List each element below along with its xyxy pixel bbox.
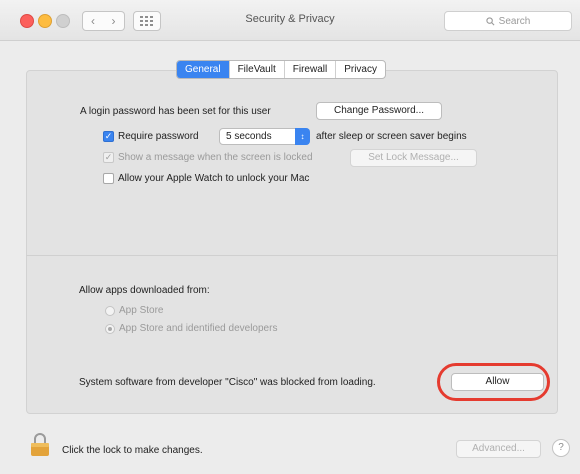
forward-button[interactable]: › [103, 11, 125, 31]
after-sleep-text: after sleep or screen saver begins [316, 131, 467, 142]
search-field[interactable]: Search [444, 11, 572, 31]
close-button[interactable] [20, 14, 34, 28]
divider [26, 255, 558, 256]
apple-watch-checkbox[interactable] [103, 173, 114, 184]
require-password-label: Require password [118, 131, 199, 142]
radio-identified-developers[interactable] [105, 324, 115, 334]
search-placeholder: Search [498, 15, 531, 27]
tab-privacy[interactable]: Privacy [335, 61, 385, 78]
tab-firewall[interactable]: Firewall [283, 61, 335, 78]
login-password-text: A login password has been set for this u… [80, 106, 271, 117]
chevron-left-icon: ‹ [91, 14, 95, 28]
tab-filevault[interactable]: FileVault [228, 61, 284, 78]
zoom-button[interactable] [56, 14, 70, 28]
require-password-delay-select[interactable]: 5 seconds ↕ [219, 128, 310, 145]
blocked-software-message: System software from developer "Cisco" w… [79, 377, 376, 388]
delay-value: 5 seconds [226, 131, 272, 142]
back-button[interactable]: ‹ [82, 11, 104, 31]
radio-app-store-label: App Store [119, 305, 164, 316]
tab-bar: General FileVault Firewall Privacy [176, 60, 386, 79]
change-password-button[interactable]: Change Password... [316, 102, 442, 120]
downloads-heading: Allow apps downloaded from: [79, 285, 210, 296]
minimize-button[interactable] [38, 14, 52, 28]
radio-app-store[interactable] [105, 306, 115, 316]
lock-hint-text: Click the lock to make changes. [62, 445, 203, 456]
lock-button[interactable] [30, 432, 50, 460]
lock-icon [31, 433, 49, 456]
radio-identified-developers-label: App Store and identified developers [119, 323, 278, 334]
help-button[interactable]: ? [552, 439, 570, 457]
apple-watch-label: Allow your Apple Watch to unlock your Ma… [118, 173, 310, 184]
search-icon [486, 16, 495, 25]
require-password-checkbox[interactable]: ✓ [103, 131, 114, 142]
highlight-circle [437, 363, 550, 401]
chevron-updown-icon: ↕ [295, 128, 310, 145]
show-all-button[interactable] [133, 11, 161, 31]
set-lock-message-button[interactable]: Set Lock Message... [350, 149, 477, 167]
show-message-label: Show a message when the screen is locked [118, 152, 313, 163]
grid-icon [140, 16, 153, 26]
advanced-button[interactable]: Advanced... [456, 440, 541, 458]
tab-general[interactable]: General [177, 61, 229, 78]
window-title: Security & Privacy [245, 13, 335, 25]
chevron-right-icon: › [111, 14, 116, 28]
show-message-checkbox[interactable]: ✓ [103, 152, 114, 163]
